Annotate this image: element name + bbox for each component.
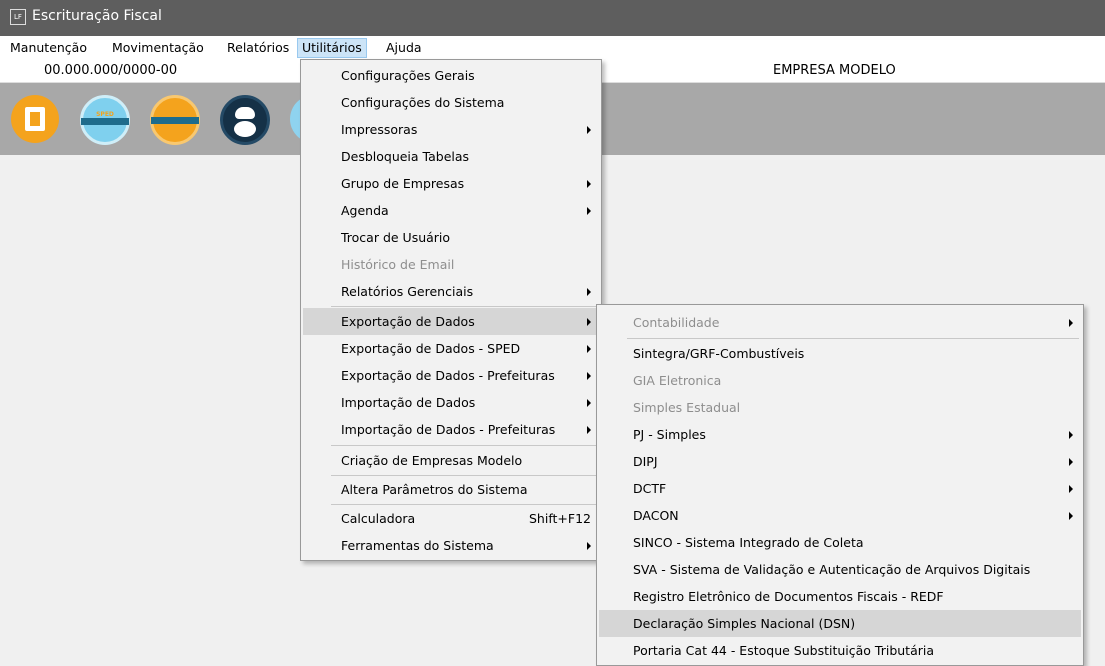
menu-manutencao[interactable]: Manutenção	[6, 39, 91, 57]
submenu-item-sintegra[interactable]: Sintegra/GRF-Combustíveis	[599, 340, 1081, 367]
submenu-item-sinco[interactable]: SINCO - Sistema Integrado de Coleta	[599, 529, 1081, 556]
submenu-item-dsn[interactable]: Declaração Simples Nacional (DSN)	[599, 610, 1081, 637]
submenu-arrow-icon	[587, 399, 591, 407]
cnpj-value: 00.000.000/0000-00	[44, 63, 178, 78]
calculadora-shortcut: Shift+F12	[529, 511, 591, 526]
submenu-arrow-icon	[587, 372, 591, 380]
menu-relatorios[interactable]: Relatórios	[223, 39, 293, 57]
menu-separator	[627, 338, 1079, 339]
menu-item-trocar-usuario[interactable]: Trocar de Usuário	[303, 224, 599, 251]
menu-item-ferramentas-sistema[interactable]: Ferramentas do Sistema	[303, 532, 599, 559]
menu-item-configuracoes-sistema[interactable]: Configurações do Sistema	[303, 89, 599, 116]
menu-item-criacao-empresas-modelo[interactable]: Criação de Empresas Modelo	[303, 447, 599, 474]
utilitarios-dropdown: Configurações Gerais Configurações do Si…	[300, 59, 602, 561]
menu-item-importacao-prefeituras[interactable]: Importação de Dados - Prefeituras	[303, 416, 599, 443]
menu-item-importacao-dados[interactable]: Importação de Dados	[303, 389, 599, 416]
menu-separator	[331, 445, 597, 446]
menu-item-configuracoes-gerais[interactable]: Configurações Gerais	[303, 62, 599, 89]
submenu-arrow-icon	[587, 180, 591, 188]
menu-item-exportacao-prefeituras[interactable]: Exportação de Dados - Prefeituras	[303, 362, 599, 389]
sped-contribuicoes-icon[interactable]: SPED	[80, 95, 130, 145]
submenu-arrow-icon	[1069, 458, 1073, 466]
submenu-arrow-icon	[1069, 431, 1073, 439]
menu-ajuda[interactable]: Ajuda	[382, 39, 426, 57]
cloud-download-icon[interactable]	[220, 95, 270, 145]
company-name: EMPRESA MODELO	[773, 63, 896, 78]
submenu-arrow-icon	[587, 345, 591, 353]
menu-bar: Manutenção Movimentação Relatórios Utili…	[0, 36, 1105, 60]
submenu-arrow-icon	[587, 126, 591, 134]
menu-utilitarios[interactable]: Utilitários	[297, 38, 367, 58]
title-bar: LF Escrituração Fiscal	[0, 0, 1105, 36]
menu-item-agenda[interactable]: Agenda	[303, 197, 599, 224]
submenu-item-simples-estadual: Simples Estadual	[633, 400, 741, 415]
menu-separator	[331, 306, 597, 307]
menu-item-calculadora[interactable]: Calculadora Shift+F12	[303, 505, 599, 532]
submenu-arrow-icon	[587, 288, 591, 296]
submenu-item-dacon[interactable]: DACON	[599, 502, 1081, 529]
submenu-arrow-icon	[587, 542, 591, 550]
sped-label: SPED	[96, 111, 114, 118]
submenu-arrow-icon	[1069, 485, 1073, 493]
menu-item-desbloqueia-tabelas[interactable]: Desbloqueia Tabelas	[303, 143, 599, 170]
building-icon[interactable]	[11, 95, 59, 143]
menu-item-relatorios-gerenciais[interactable]: Relatórios Gerenciais	[303, 278, 599, 305]
submenu-item-dctf[interactable]: DCTF	[599, 475, 1081, 502]
submenu-item-gia-eletronica: GIA Eletronica	[633, 373, 722, 388]
menu-item-impressoras[interactable]: Impressoras	[303, 116, 599, 143]
sped-fiscal-icon[interactable]	[150, 95, 200, 145]
menu-item-grupo-empresas[interactable]: Grupo de Empresas	[303, 170, 599, 197]
app-icon: LF	[10, 9, 26, 25]
submenu-item-redf[interactable]: Registro Eletrônico de Documentos Fiscai…	[599, 583, 1081, 610]
menu-item-altera-parametros[interactable]: Altera Parâmetros do Sistema	[303, 476, 599, 503]
submenu-arrow-icon	[587, 318, 591, 326]
submenu-item-sva[interactable]: SVA - Sistema de Validação e Autenticaçã…	[599, 556, 1081, 583]
submenu-arrow-icon	[1069, 512, 1073, 520]
submenu-arrow-icon	[587, 207, 591, 215]
window-title: Escrituração Fiscal	[32, 8, 162, 24]
submenu-item-contabilidade[interactable]: Contabilidade	[599, 309, 1081, 336]
submenu-arrow-icon	[587, 426, 591, 434]
submenu-item-portaria-cat44[interactable]: Portaria Cat 44 - Estoque Substituição T…	[599, 637, 1081, 664]
submenu-item-pj-simples[interactable]: PJ - Simples	[599, 421, 1081, 448]
menu-movimentacao[interactable]: Movimentação	[108, 39, 208, 57]
exportacao-submenu: Contabilidade Sintegra/GRF-Combustíveis …	[596, 304, 1084, 666]
menu-item-exportacao-sped[interactable]: Exportação de Dados - SPED	[303, 335, 599, 362]
menu-item-historico-email: Histórico de Email	[341, 257, 455, 272]
submenu-arrow-icon	[1069, 319, 1073, 327]
menu-item-exportacao-dados[interactable]: Exportação de Dados	[303, 308, 599, 335]
submenu-item-dipj[interactable]: DIPJ	[599, 448, 1081, 475]
